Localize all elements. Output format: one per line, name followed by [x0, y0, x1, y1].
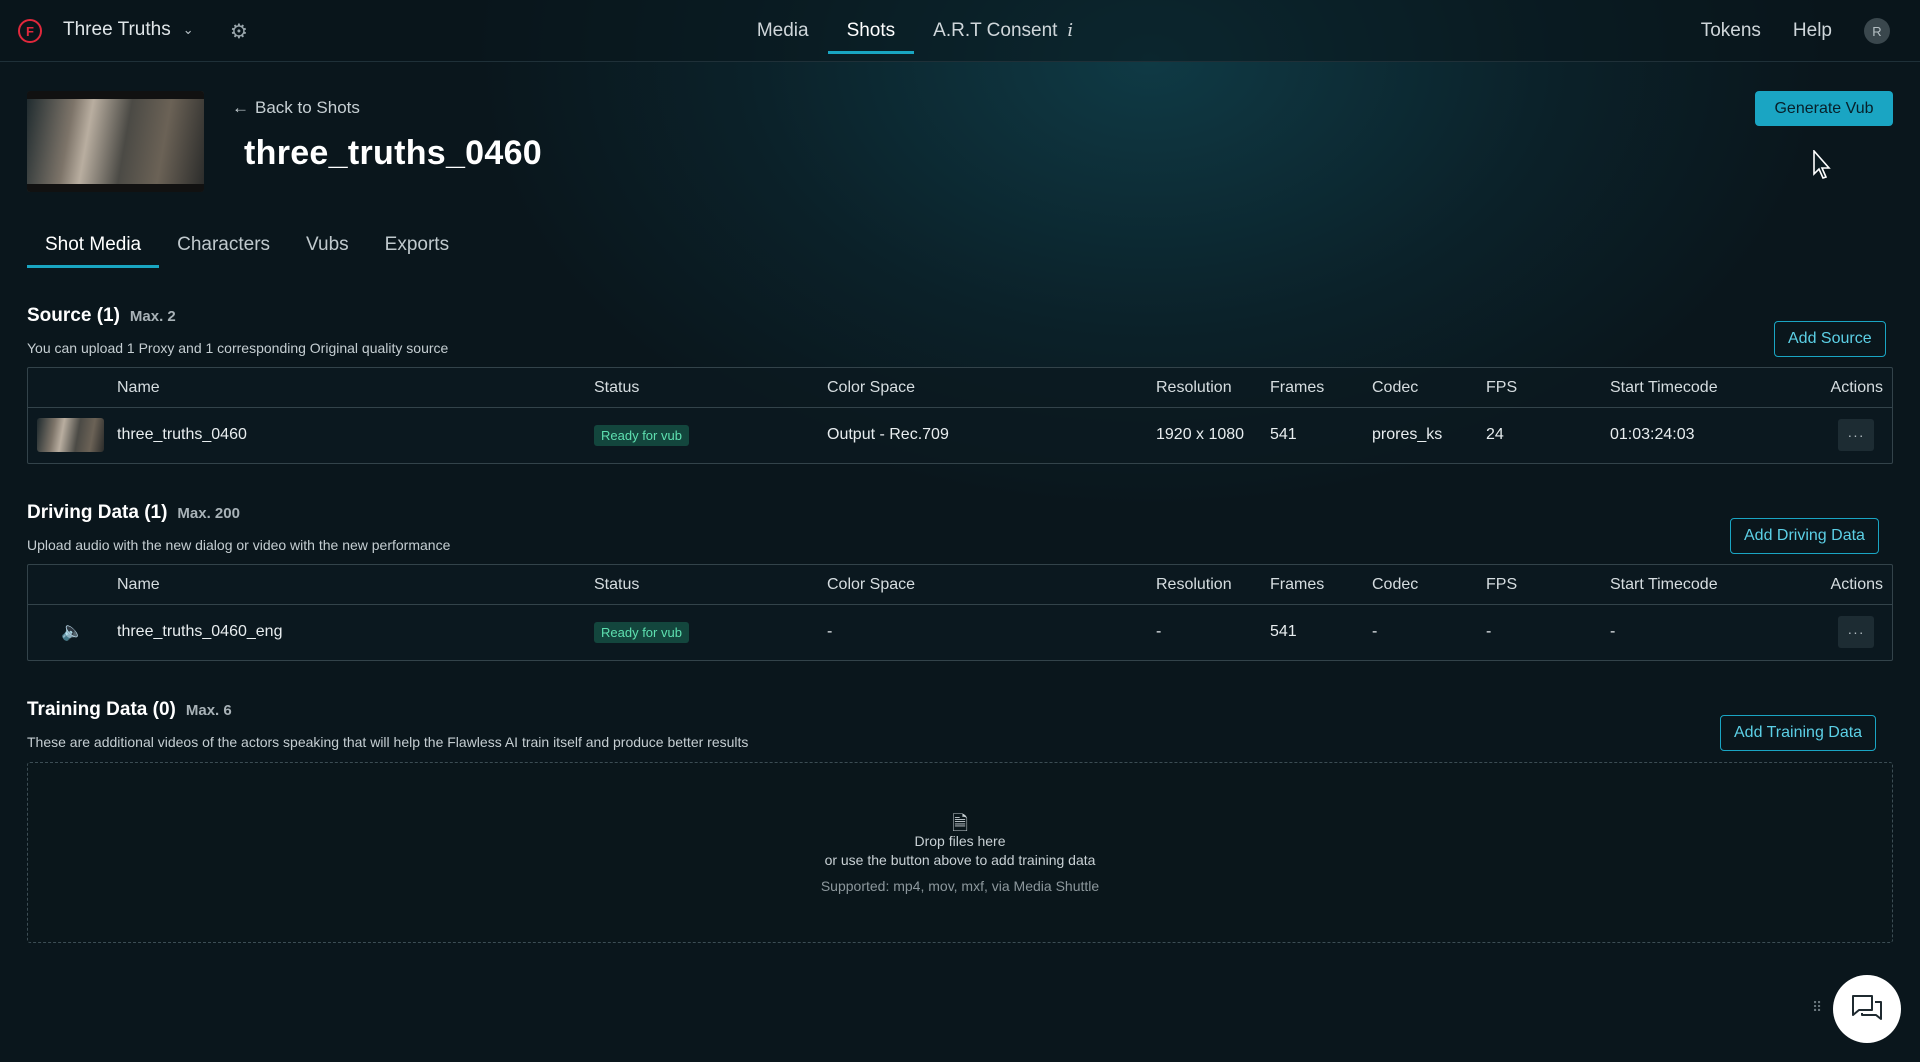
row-name: three_truths_0460_eng: [117, 623, 283, 640]
project-selector[interactable]: Three Truths ⌄: [63, 19, 194, 41]
source-description: You can upload 1 Proxy and 1 correspondi…: [27, 340, 449, 356]
column-header-resolution: Resolution: [1156, 575, 1232, 593]
section-title-text: Source (1): [27, 305, 120, 326]
row-resolution: 1920 x 1080: [1156, 426, 1245, 443]
row-color-space: -: [827, 623, 833, 640]
dropzone-title: Drop files here: [914, 833, 1006, 849]
arrow-left-icon: ←: [232, 98, 249, 117]
tokens-link[interactable]: Tokens: [1701, 20, 1761, 42]
chat-support-button[interactable]: [1833, 975, 1901, 1043]
column-header-color-space: Color Space: [827, 575, 916, 593]
row-status: Ready for vub: [594, 605, 689, 659]
project-name: Three Truths: [63, 19, 171, 40]
table-header: Name Status Color Space Resolution Frame…: [28, 368, 1892, 408]
column-header-frames: Frames: [1270, 378, 1325, 396]
row-codec: prores_ks: [1372, 426, 1443, 443]
shot-thumbnail: [27, 91, 204, 192]
section-max-label: Max. 200: [177, 505, 240, 522]
utility-nav: Tokens Help R: [1701, 0, 1890, 62]
section-title-text: Training Data (0): [27, 699, 176, 720]
column-header-resolution: Resolution: [1156, 378, 1232, 396]
column-header-status: Status: [594, 378, 640, 396]
row-fps: -: [1486, 623, 1492, 640]
table-row[interactable]: 🔈 three_truths_0460_eng Ready for vub - …: [28, 605, 1892, 659]
tab-characters[interactable]: Characters: [159, 228, 288, 268]
speaker-icon: 🔈: [61, 621, 84, 641]
table-header: Name Status Color Space Resolution Frame…: [28, 565, 1892, 605]
section-title-text: Driving Data (1): [27, 502, 168, 523]
chevron-down-icon: ⌄: [182, 22, 194, 37]
chat-icon: [1852, 995, 1882, 1020]
column-header-start-timecode: Start Timecode: [1610, 378, 1718, 396]
nav-tab-media[interactable]: Media: [738, 0, 828, 62]
column-header-codec: Codec: [1372, 378, 1419, 396]
row-color-space: Output - Rec.709: [827, 426, 949, 443]
driving-table: Name Status Color Space Resolution Frame…: [27, 564, 1893, 661]
column-header-fps: FPS: [1486, 378, 1518, 396]
add-driving-data-button[interactable]: Add Driving Data: [1730, 518, 1879, 554]
row-start-timecode: 01:03:24:03: [1610, 426, 1695, 443]
row-more-actions-button[interactable]: ···: [1838, 419, 1874, 451]
row-start-timecode: -: [1610, 623, 1616, 640]
mouse-cursor-icon: [1813, 150, 1831, 179]
status-badge: Ready for vub: [594, 621, 689, 643]
row-status: Ready for vub: [594, 408, 689, 462]
column-header-frames: Frames: [1270, 575, 1325, 593]
row-more-actions-button[interactable]: ···: [1838, 616, 1874, 648]
add-training-data-button[interactable]: Add Training Data: [1720, 715, 1877, 751]
driving-description: Upload audio with the new dialog or vide…: [27, 537, 451, 553]
training-section-title: Training Data (0) Max. 6: [27, 699, 232, 721]
tab-shot-media[interactable]: Shot Media: [27, 228, 160, 268]
column-header-start-timecode: Start Timecode: [1610, 575, 1718, 593]
source-table: Name Status Color Space Resolution Frame…: [27, 367, 1893, 464]
avatar[interactable]: R: [1864, 18, 1890, 44]
status-badge: Ready for vub: [594, 424, 689, 446]
dropzone-hint: or use the button above to add training …: [824, 852, 1096, 868]
nav-tab-label: Shots: [846, 20, 896, 41]
source-section-title: Source (1) Max. 2: [27, 305, 176, 327]
shot-tabs: Shot Media Characters Vubs Exports: [27, 228, 467, 268]
column-header-actions: Actions: [1830, 378, 1883, 396]
row-resolution: -: [1156, 623, 1162, 640]
nav-tab-label: Media: [756, 20, 809, 41]
info-icon[interactable]: i: [1067, 1, 1073, 61]
add-source-button[interactable]: Add Source: [1774, 321, 1886, 357]
drag-handle-icon[interactable]: ⠿: [1812, 1000, 1822, 1014]
row-name: three_truths_0460: [117, 426, 247, 443]
training-description: These are additional videos of the actor…: [27, 734, 749, 750]
column-header-name: Name: [117, 378, 160, 396]
tab-vubs[interactable]: Vubs: [288, 228, 367, 268]
column-header-codec: Codec: [1372, 575, 1419, 593]
source-thumbnail: [37, 418, 104, 452]
nav-tab-art-consent[interactable]: A.R.T Consent i: [914, 0, 1092, 62]
section-max-label: Max. 6: [185, 702, 232, 719]
row-fps: 24: [1486, 426, 1504, 443]
row-frames: 541: [1270, 623, 1297, 640]
flawless-logo-icon[interactable]: F: [18, 19, 42, 43]
tab-exports[interactable]: Exports: [367, 228, 467, 268]
row-frames: 541: [1270, 426, 1297, 443]
training-dropzone[interactable]: 🗎 Drop files here or use the button abov…: [27, 762, 1893, 943]
dropzone-supported-formats: Supported: mp4, mov, mxf, via Media Shut…: [820, 878, 1100, 894]
nav-tab-shots[interactable]: Shots: [827, 0, 915, 62]
help-link[interactable]: Help: [1793, 20, 1832, 42]
back-link-label: Back to Shots: [255, 98, 360, 117]
page-title: three_truths_0460: [244, 134, 543, 172]
gear-icon[interactable]: ⚙: [230, 19, 248, 44]
section-max-label: Max. 2: [129, 308, 176, 325]
column-header-status: Status: [594, 575, 640, 593]
column-header-fps: FPS: [1486, 575, 1518, 593]
back-to-shots-link[interactable]: ← Back to Shots: [232, 98, 360, 118]
column-header-name: Name: [117, 575, 160, 593]
column-header-actions: Actions: [1830, 575, 1883, 593]
driving-section-title: Driving Data (1) Max. 200: [27, 502, 240, 524]
row-codec: -: [1372, 623, 1378, 640]
column-header-color-space: Color Space: [827, 378, 916, 396]
generate-vub-button[interactable]: Generate Vub: [1755, 91, 1893, 126]
nav-tab-label: A.R.T Consent: [933, 20, 1058, 41]
table-row[interactable]: three_truths_0460 Ready for vub Output -…: [28, 408, 1892, 462]
